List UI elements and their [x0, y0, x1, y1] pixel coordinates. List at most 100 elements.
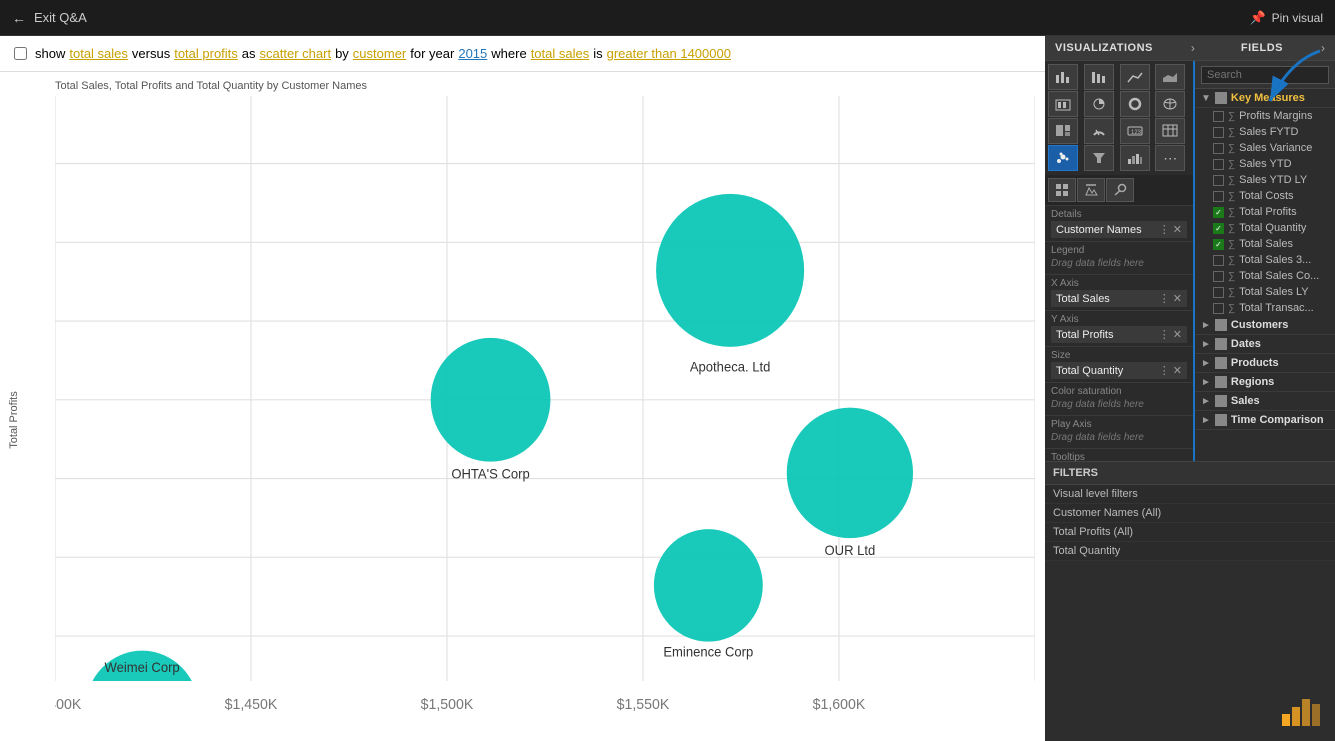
field-item-total-profits[interactable]: ✓ ∑ Total Profits — [1195, 204, 1335, 220]
field-item-sales-variance[interactable]: ∑ Sales Variance — [1195, 140, 1335, 156]
total-profits-text: Total Profits — [1056, 329, 1113, 341]
products-icon — [1215, 357, 1227, 369]
total-quantity-remove-icon[interactable]: ✕ — [1173, 364, 1182, 377]
query-text-where: where — [491, 46, 526, 61]
sales-fytd-label: Sales FYTD — [1239, 126, 1298, 138]
query-highlight-total-profits: total profits — [174, 46, 238, 61]
sales-section-header[interactable]: ► Sales — [1195, 392, 1335, 411]
field-item-total-quantity[interactable]: ✓ ∑ Total Quantity — [1195, 220, 1335, 236]
total-sales-co-checkbox[interactable] — [1213, 271, 1224, 282]
total-sales-field-type-icon: ∑ — [1228, 239, 1235, 250]
analytics-tab[interactable] — [1106, 178, 1134, 202]
total-costs-checkbox[interactable] — [1213, 191, 1224, 202]
regions-section-header[interactable]: ► Regions — [1195, 373, 1335, 392]
total-sales-3-checkbox[interactable] — [1213, 255, 1224, 266]
total-transac-checkbox[interactable] — [1213, 303, 1224, 314]
query-checkbox[interactable] — [14, 47, 27, 60]
table-icon[interactable] — [1155, 118, 1185, 144]
treemap-icon[interactable] — [1048, 118, 1078, 144]
waterfall-icon[interactable] — [1120, 145, 1150, 171]
fields-search-input[interactable] — [1201, 66, 1329, 84]
profits-margins-checkbox[interactable] — [1213, 111, 1224, 122]
more-viz-icon[interactable]: ⋯ — [1155, 145, 1185, 171]
sales-ytd-label: Sales YTD — [1239, 158, 1291, 170]
field-item-sales-ytd-ly[interactable]: ∑ Sales YTD LY — [1195, 172, 1335, 188]
line-chart-icon[interactable] — [1120, 64, 1150, 90]
scatter-chart-area: Total Sales, Total Profits and Total Qua… — [0, 72, 1045, 741]
donut-icon[interactable] — [1120, 91, 1150, 117]
pin-icon: 📌 — [1249, 10, 1265, 26]
field-item-total-costs[interactable]: ∑ Total Costs — [1195, 188, 1335, 204]
total-profits-remove-icon[interactable]: ✕ — [1173, 328, 1182, 341]
total-quantity-field-label: Total Quantity — [1239, 222, 1306, 234]
sales-ytd-ly-checkbox[interactable] — [1213, 175, 1224, 186]
sales-variance-checkbox[interactable] — [1213, 143, 1224, 154]
products-section-header[interactable]: ► Products — [1195, 354, 1335, 373]
filter-customer-names[interactable]: Customer Names (All) — [1045, 504, 1335, 523]
stacked-area-icon[interactable] — [1048, 91, 1078, 117]
sales-fytd-type-icon: ∑ — [1228, 127, 1235, 138]
exit-qa-button[interactable]: Exit Q&A — [34, 10, 87, 25]
total-profits-value[interactable]: Total Profits ⋮ ✕ — [1051, 326, 1187, 343]
field-item-profits-margins[interactable]: ∑ Profits Margins — [1195, 108, 1335, 124]
scatter-active-icon[interactable] — [1048, 145, 1078, 171]
regions-icon — [1215, 376, 1227, 388]
total-sales-ly-type-icon: ∑ — [1228, 287, 1235, 298]
stacked-bar-icon[interactable] — [1084, 64, 1114, 90]
filter-total-quantity[interactable]: Total Quantity — [1045, 542, 1335, 561]
gauge-icon[interactable] — [1084, 118, 1114, 144]
viz-left-column: 123 — [1045, 61, 1195, 461]
bar-chart-icon[interactable] — [1048, 64, 1078, 90]
key-measures-arrow-icon: ▼ — [1201, 93, 1211, 104]
total-sales-value[interactable]: Total Sales ⋮ ✕ — [1051, 290, 1187, 307]
total-sales-ly-checkbox[interactable] — [1213, 287, 1224, 298]
total-sales-field-label: Total Sales — [1239, 238, 1293, 250]
fields-tab[interactable] — [1048, 178, 1076, 202]
total-profits-expand-icon[interactable]: ⋮ — [1159, 328, 1170, 341]
sales-fytd-checkbox[interactable] — [1213, 127, 1224, 138]
customer-names-value[interactable]: Customer Names ⋮ ✕ — [1051, 221, 1187, 238]
svg-text:Apotheca. Ltd: Apotheca. Ltd — [690, 359, 771, 374]
total-sales-3-type-icon: ∑ — [1228, 255, 1235, 266]
area-chart-icon[interactable] — [1155, 64, 1185, 90]
filter-visual-level[interactable]: Visual level filters — [1045, 485, 1335, 504]
query-text-versus: versus — [132, 46, 170, 61]
sales-ytd-ly-type-icon: ∑ — [1228, 175, 1235, 186]
field-item-sales-ytd[interactable]: ∑ Sales YTD — [1195, 156, 1335, 172]
funnel-icon[interactable] — [1084, 145, 1114, 171]
pin-visual-button[interactable]: Pin visual — [1272, 11, 1323, 25]
total-profits-checkbox[interactable]: ✓ — [1213, 207, 1224, 218]
format-tab[interactable] — [1077, 178, 1105, 202]
field-item-total-sales-co[interactable]: ∑ Total Sales Co... — [1195, 268, 1335, 284]
customer-names-remove-icon[interactable]: ✕ — [1173, 223, 1182, 236]
total-costs-label: Total Costs — [1239, 190, 1293, 202]
dates-section-header[interactable]: ► Dates — [1195, 335, 1335, 354]
svg-text:$1,600K: $1,600K — [813, 697, 866, 713]
svg-text:$1,550K: $1,550K — [617, 697, 670, 713]
legend-placeholder: Drag data fields here — [1051, 257, 1187, 271]
field-item-total-sales-3[interactable]: ∑ Total Sales 3... — [1195, 252, 1335, 268]
customer-names-expand-icon[interactable]: ⋮ — [1159, 223, 1170, 236]
total-sales-checkbox[interactable]: ✓ — [1213, 239, 1224, 250]
filter-total-profits[interactable]: Total Profits (All) — [1045, 523, 1335, 542]
customers-section-header[interactable]: ► Customers — [1195, 316, 1335, 335]
pie-icon[interactable] — [1084, 91, 1114, 117]
card-icon[interactable]: 123 — [1120, 118, 1150, 144]
time-comparison-section-header[interactable]: ► Time Comparison — [1195, 411, 1335, 430]
total-quantity-checkbox[interactable]: ✓ — [1213, 223, 1224, 234]
sales-ytd-checkbox[interactable] — [1213, 159, 1224, 170]
field-item-total-sales[interactable]: ✓ ∑ Total Sales — [1195, 236, 1335, 252]
key-measures-section-header[interactable]: ▼ Key Measures — [1195, 89, 1335, 108]
total-quantity-expand-icon[interactable]: ⋮ — [1159, 364, 1170, 377]
field-item-total-sales-ly[interactable]: ∑ Total Sales LY — [1195, 284, 1335, 300]
query-highlight-2015: 2015 — [458, 46, 487, 61]
total-sales-expand-icon[interactable]: ⋮ — [1159, 292, 1170, 305]
customers-label: Customers — [1231, 319, 1288, 331]
field-item-total-transac[interactable]: ∑ Total Transac... — [1195, 300, 1335, 316]
query-text-show: show — [35, 46, 65, 61]
field-item-sales-fytd[interactable]: ∑ Sales FYTD — [1195, 124, 1335, 140]
total-sales-remove-icon[interactable]: ✕ — [1173, 292, 1182, 305]
total-quantity-size-value[interactable]: Total Quantity ⋮ ✕ — [1051, 362, 1187, 379]
map-icon[interactable] — [1155, 91, 1185, 117]
viz-tabs-row — [1045, 175, 1193, 206]
